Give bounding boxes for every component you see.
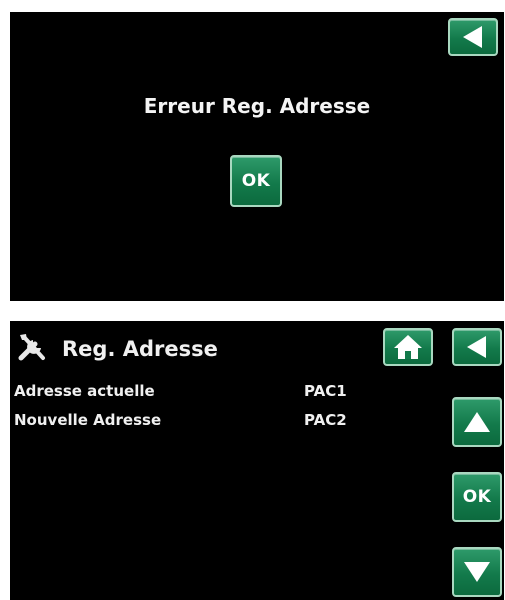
ok-button[interactable]: OK	[452, 472, 502, 522]
row-value: PAC1	[304, 382, 347, 400]
page-title: Reg. Adresse	[62, 337, 218, 361]
back-arrow-icon	[467, 336, 486, 358]
up-arrow-icon	[464, 412, 490, 432]
scroll-up-button[interactable]	[452, 397, 502, 447]
home-button[interactable]	[383, 328, 433, 366]
scroll-down-button[interactable]	[452, 547, 502, 597]
row-value: PAC2	[304, 411, 347, 429]
back-button[interactable]	[448, 18, 498, 56]
ok-button-label: OK	[462, 487, 492, 507]
back-button[interactable]	[452, 328, 502, 366]
reg-adresse-screen: Reg. Adresse Adresse actuelle PAC1 Nouve…	[10, 321, 504, 600]
row-label: Adresse actuelle	[14, 382, 155, 400]
error-screen: Erreur Reg. Adresse OK	[10, 12, 504, 301]
tools-icon	[18, 334, 45, 361]
row-label: Nouvelle Adresse	[14, 411, 162, 429]
error-message: Erreur Reg. Adresse	[143, 94, 371, 118]
ok-button-label: OK	[241, 171, 271, 191]
back-arrow-icon	[463, 26, 482, 48]
home-icon	[394, 335, 422, 359]
down-arrow-icon	[464, 562, 490, 582]
ok-button[interactable]: OK	[230, 155, 282, 207]
